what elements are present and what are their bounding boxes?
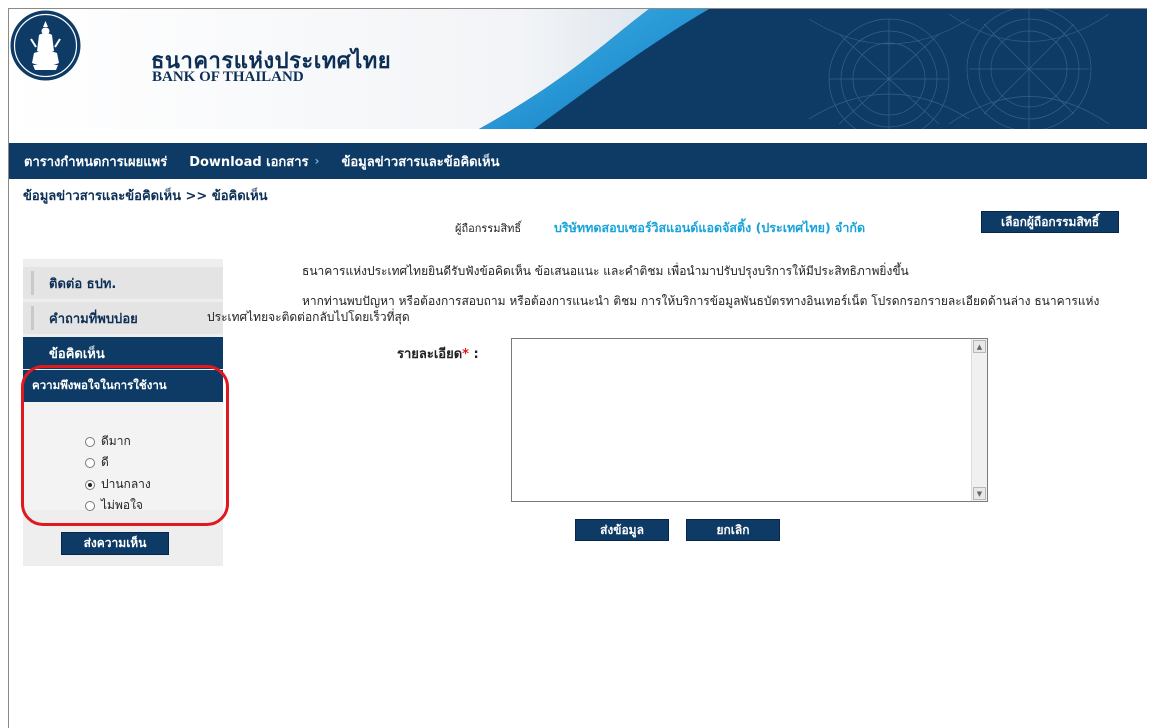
sidebar-item-contact[interactable]: ติดต่อ ธปท.	[23, 267, 223, 299]
select-rights-holder-button[interactable]: เลือกผู้ถือกรรมสิทธิ์	[981, 211, 1119, 233]
satisfaction-option-unsatisfied[interactable]: ไม่พอใจ	[85, 496, 143, 515]
sidebar-item-label: ติดต่อ ธปท.	[49, 276, 117, 292]
radio-label: ดีมาก	[101, 434, 131, 448]
satisfaction-title: ความพึงพอใจในการใช้งาน	[23, 370, 223, 402]
send-comment-button[interactable]: ส่งความเห็น	[61, 532, 169, 555]
nav-item-label: ข้อมูลข่าวสารและข้อคิดเห็น	[341, 154, 500, 170]
rights-holder-value: บริษัททดสอบเซอร์วิสแอนด์แอดจัสติ้ง (ประเ…	[554, 220, 866, 235]
satisfaction-option-good[interactable]: ดี	[85, 453, 109, 472]
sidebar: ติดต่อ ธปท. คำถามที่พบบ่อย ข้อคิดเห็น คว…	[23, 259, 223, 566]
satisfaction-option-very-good[interactable]: ดีมาก	[85, 432, 131, 451]
brand-name-english: BANK OF THAILAND	[152, 69, 304, 85]
radio-label: ปานกลาง	[101, 477, 151, 491]
nav-item-news-and-feedback[interactable]: ข้อมูลข่าวสารและข้อคิดเห็น	[341, 151, 499, 172]
nav-item-download-documents[interactable]: Download เอกสาร ›	[189, 151, 319, 172]
scroll-up-icon[interactable]: ▲	[973, 340, 986, 353]
header-banner: ธนาคารแห่งประเทศไทย BANK OF THAILAND	[9, 9, 1147, 129]
radio-label: ไม่พอใจ	[101, 498, 143, 512]
help-text: หากท่านพบปัญหา หรือต้องการสอบถาม หรือต้อ…	[207, 294, 1100, 324]
detail-label-colon: :	[468, 347, 479, 362]
detail-scrollbar[interactable]: ▲ ▼	[971, 339, 987, 501]
sidebar-item-feedback[interactable]: ข้อคิดเห็น	[23, 337, 223, 369]
sidebar-item-faq[interactable]: คำถามที่พบบ่อย	[23, 302, 223, 334]
intro-text: ธนาคารแห่งประเทศไทยยินดีรับฟังข้อคิดเห็น…	[302, 264, 909, 278]
nav-item-publication-schedule[interactable]: ตารางกำหนดการเผยแพร่	[24, 151, 167, 172]
radio-button-selected[interactable]	[85, 479, 95, 490]
radio-label: ดี	[101, 455, 109, 469]
detail-label: รายละเอียด* :	[397, 343, 479, 364]
cancel-button[interactable]: ยกเลิก	[686, 519, 780, 541]
sidebar-item-label: คำถามที่พบบ่อย	[49, 311, 138, 327]
detail-label-text: รายละเอียด	[397, 347, 463, 362]
radio-button[interactable]	[85, 500, 95, 511]
nav-item-label: Download เอกสาร	[189, 154, 309, 170]
rights-holder-label: ผู้ถือกรรมสิทธิ์	[455, 222, 522, 235]
bank-seal-icon	[10, 10, 81, 81]
nav-item-label: ตารางกำหนดการเผยแพร่	[24, 154, 168, 170]
satisfaction-option-moderate[interactable]: ปานกลาง	[85, 475, 151, 494]
chevron-right-icon: ›	[314, 154, 320, 168]
radio-button[interactable]	[85, 457, 95, 468]
satisfaction-panel: ความพึงพอใจในการใช้งาน ดีมาก ดี ปานกลาง …	[23, 370, 223, 512]
radio-button[interactable]	[85, 436, 95, 447]
page-frame: ธนาคารแห่งประเทศไทย BANK OF THAILAND ตาร…	[8, 8, 1147, 728]
sidebar-item-label: ข้อคิดเห็น	[49, 346, 105, 362]
scroll-down-icon[interactable]: ▼	[973, 487, 986, 500]
required-mark: *	[462, 347, 469, 362]
submit-button[interactable]: ส่งข้อมูล	[575, 519, 669, 541]
detail-textarea[interactable]	[511, 338, 988, 502]
main-nav: ตารางกำหนดการเผยแพร่ Download เอกสาร › ข…	[9, 143, 1147, 179]
breadcrumb: ข้อมูลข่าวสารและข้อคิดเห็น >> ข้อคิดเห็น	[23, 189, 268, 204]
